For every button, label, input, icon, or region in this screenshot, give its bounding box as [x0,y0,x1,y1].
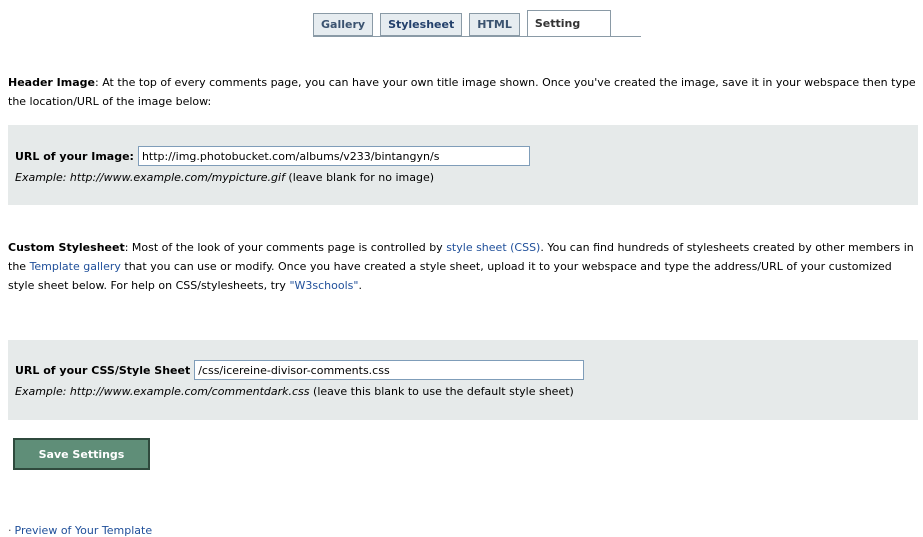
header-image-text: : At the top of every comments page, you… [8,76,916,108]
css-url-panel: URL of your CSS/Style Sheet Example: htt… [8,340,918,420]
image-url-label: URL of your Image: [15,149,134,163]
settings-page: Gallery Stylesheet HTML Setting Header I… [0,0,923,537]
tab-gallery[interactable]: Gallery [313,13,374,37]
w3schools-link[interactable]: "W3schools" [289,279,358,292]
tab-underline [313,36,641,37]
css-url-example-italic: Example: http://www.example.com/commentd… [15,385,310,398]
image-url-example: Example: http://www.example.com/mypictur… [15,171,918,184]
image-url-example-italic: Example: http://www.example.com/mypictur… [15,171,285,184]
tab-stylesheet[interactable]: Stylesheet [380,13,463,37]
custom-stylesheet-text-1: : Most of the look of your comments page… [124,241,447,254]
save-settings-button[interactable]: Save Settings [13,438,150,470]
header-image-description: Header Image: At the top of every commen… [8,73,918,111]
preview-template-link[interactable]: Preview of Your Template [15,524,153,537]
custom-stylesheet-description: Custom Stylesheet: Most of the look of y… [8,238,918,295]
image-url-example-note: (leave blank for no image) [284,171,435,184]
tab-setting[interactable]: Setting [526,10,612,37]
css-url-input[interactable] [194,360,585,380]
css-url-example: Example: http://www.example.com/commentd… [15,385,918,398]
tab-html[interactable]: HTML [469,13,520,37]
css-url-example-note: (leave this blank to use the default sty… [309,385,574,398]
header-image-heading: Header Image [8,76,95,89]
custom-stylesheet-text-3: that you can use or modify. Once you hav… [8,260,892,292]
image-url-input[interactable] [137,146,530,166]
template-gallery-link[interactable]: Template gallery [30,260,121,273]
custom-stylesheet-text-4: . [358,279,362,292]
bullet-icon: · [8,524,12,537]
custom-stylesheet-heading: Custom Stylesheet [8,241,125,254]
tab-bar: Gallery Stylesheet HTML Setting [313,10,641,37]
css-url-label: URL of your CSS/Style Sheet [15,363,191,377]
image-url-panel: URL of your Image: Example: http://www.e… [8,125,918,205]
preview-template-item: · Preview of Your Template [8,524,152,537]
css-link[interactable]: style sheet (CSS) [446,241,540,254]
